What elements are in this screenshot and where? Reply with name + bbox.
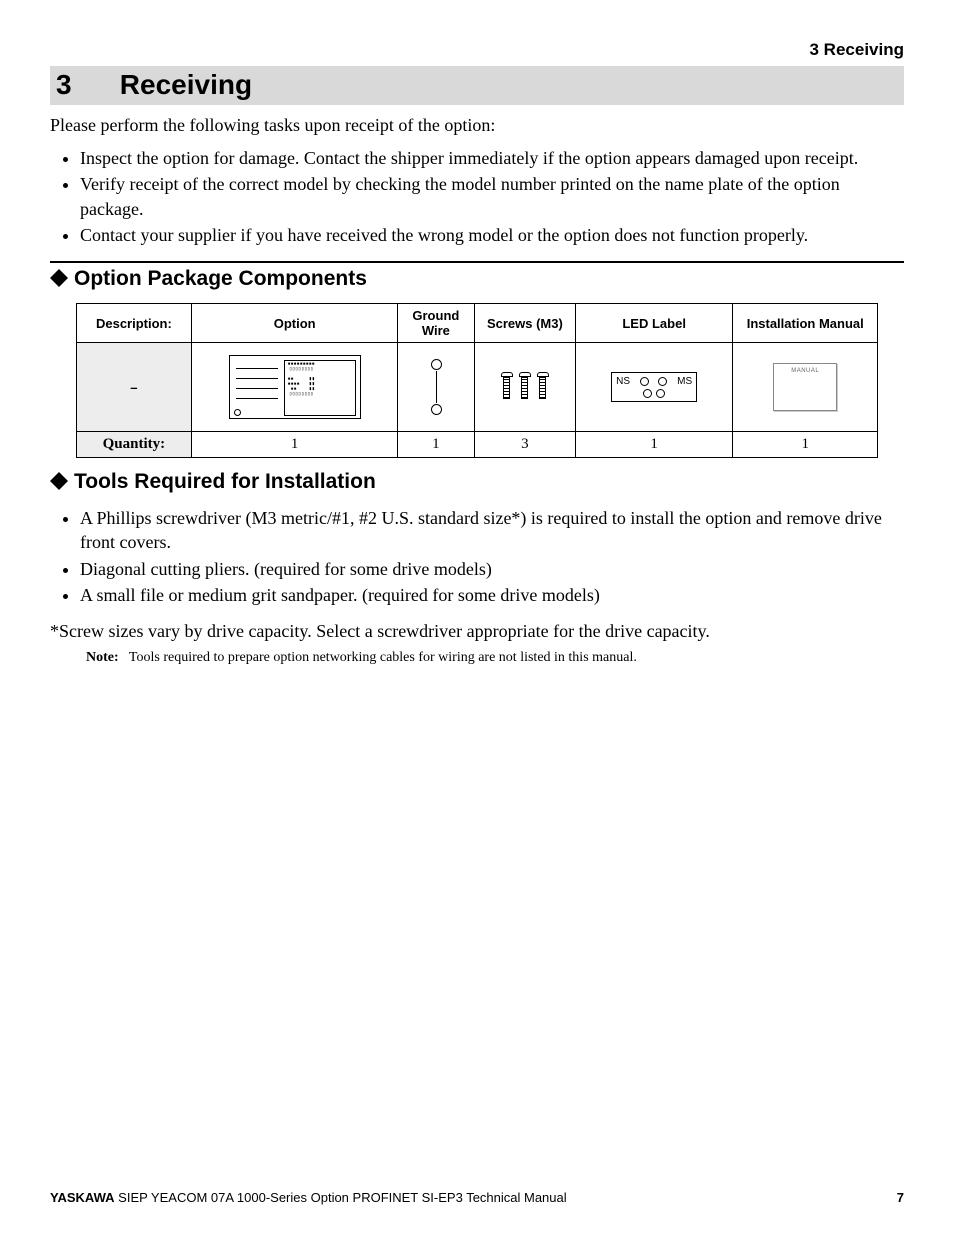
section-rule	[50, 261, 904, 263]
table-image-row: – ▪▪▪▪▪▪▪▪▪▯▯▯▯▯▯▯▯▪▪ ▮▮▪▪▪▪ ▮▮ ▪▪ ▮▮▯▯▯…	[76, 343, 878, 432]
running-header: 3 Receiving	[50, 40, 904, 60]
footer-doc-name: SIEP YEACOM 07A 1000-Series Option PROFI…	[115, 1190, 567, 1205]
qty-option: 1	[192, 432, 398, 458]
components-table: Description: Option Ground Wire Screws (…	[76, 303, 879, 458]
diamond-icon	[50, 472, 68, 496]
option-pcb-icon: ▪▪▪▪▪▪▪▪▪▯▯▯▯▯▯▯▯▪▪ ▮▮▪▪▪▪ ▮▮ ▪▪ ▮▮▯▯▯▯▯…	[229, 355, 361, 419]
receipt-task-list: Inspect the option for damage. Contact t…	[50, 146, 904, 247]
page-footer: YASKAWA SIEP YEACOM 07A 1000-Series Opti…	[50, 1190, 904, 1205]
note-text: Tools required to prepare option network…	[129, 650, 637, 665]
led-ms-text: MS	[677, 376, 692, 387]
description-placeholder: –	[76, 343, 192, 432]
list-item: Verify receipt of the correct model by c…	[80, 172, 904, 221]
list-item: Inspect the option for damage. Contact t…	[80, 146, 904, 170]
list-item: Contact your supplier if you have receiv…	[80, 223, 904, 247]
manual-illustration-cell: MANUAL	[733, 343, 878, 432]
footer-brand: YASKAWA	[50, 1190, 115, 1205]
header-led-label: LED Label	[576, 304, 733, 343]
qty-ground-wire: 1	[398, 432, 474, 458]
ground-wire-icon	[431, 359, 441, 415]
header-option: Option	[192, 304, 398, 343]
screw-size-footnote: *Screw sizes vary by drive capacity. Sel…	[50, 621, 904, 642]
diamond-icon	[50, 269, 68, 293]
note-label: Note:	[86, 650, 119, 665]
option-illustration-cell: ▪▪▪▪▪▪▪▪▪▯▯▯▯▯▯▯▯▪▪ ▮▮▪▪▪▪ ▮▮ ▪▪ ▮▮▯▯▯▯▯…	[192, 343, 398, 432]
header-installation-manual: Installation Manual	[733, 304, 878, 343]
led-label-icon: NS MS	[611, 372, 697, 402]
header-description: Description:	[76, 304, 192, 343]
qty-manual: 1	[733, 432, 878, 458]
footer-page-number: 7	[897, 1190, 904, 1205]
led-label-illustration-cell: NS MS	[576, 343, 733, 432]
ground-wire-illustration-cell	[398, 343, 474, 432]
manual-cover-text: MANUAL	[774, 368, 836, 374]
tools-list: A Phillips screwdriver (M3 metric/#1, #2…	[50, 506, 904, 607]
list-item: A Phillips screwdriver (M3 metric/#1, #2…	[80, 506, 904, 555]
quantity-label: Quantity:	[76, 432, 192, 458]
led-ns-text: NS	[616, 376, 630, 387]
note-line: Note: Tools required to prepare option n…	[86, 650, 904, 666]
section-heading-text: Tools Required for Installation	[74, 470, 376, 493]
header-ground-wire: Ground Wire	[398, 304, 474, 343]
page: 3 Receiving 3 Receiving Please perform t…	[0, 0, 954, 1235]
section-heading-text: Option Package Components	[74, 267, 367, 290]
chapter-heading-bar: 3 Receiving	[50, 66, 904, 105]
chapter-number: 3	[56, 69, 112, 101]
qty-screws: 3	[474, 432, 576, 458]
screws-illustration-cell	[474, 343, 576, 432]
header-screws: Screws (M3)	[474, 304, 576, 343]
manual-booklet-icon: MANUAL	[773, 363, 837, 411]
qty-led-label: 1	[576, 432, 733, 458]
footer-doc-title: YASKAWA SIEP YEACOM 07A 1000-Series Opti…	[50, 1190, 567, 1205]
list-item: A small file or medium grit sandpaper. (…	[80, 583, 904, 607]
chapter-title: Receiving	[120, 69, 252, 100]
table-header-row: Description: Option Ground Wire Screws (…	[76, 304, 878, 343]
screws-icon	[481, 372, 570, 402]
section-heading-tools: Tools Required for Installation	[50, 470, 904, 496]
table-quantity-row: Quantity: 1 1 3 1 1	[76, 432, 878, 458]
list-item: Diagonal cutting pliers. (required for s…	[80, 557, 904, 581]
intro-paragraph: Please perform the following tasks upon …	[50, 115, 904, 136]
chapter-heading: 3 Receiving	[56, 69, 898, 101]
section-heading-components: Option Package Components	[50, 267, 904, 293]
